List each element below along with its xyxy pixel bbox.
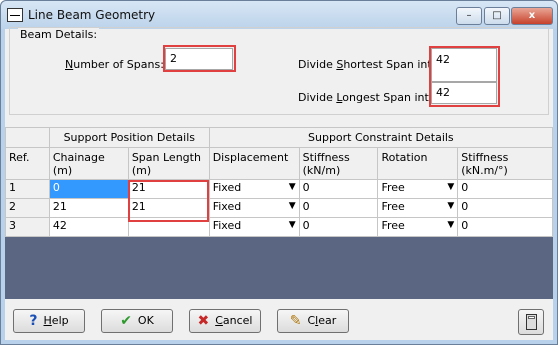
row-ref: 2	[5, 198, 50, 218]
app-icon	[7, 8, 23, 22]
divide-shortest-label: Divide Shortest Span into:	[298, 58, 443, 71]
checkmark-icon: ✔	[120, 313, 132, 329]
rotational-stiffness-cell[interactable]: 0	[457, 198, 553, 218]
dialog-body: Beam Details: Number of Spans: 2 Divide …	[5, 27, 554, 340]
supports-grid: Support Position Details Support Constra…	[5, 127, 554, 237]
number-of-spans-label: Number of Spans:	[65, 58, 164, 71]
column-header-chainage: Chainage (m)	[48, 147, 129, 180]
spans-highlight-box	[163, 45, 236, 72]
calculator-icon	[526, 314, 537, 330]
column-header-displacement: Displacement	[208, 147, 300, 180]
column-header-span-length: Span Length (m)	[127, 147, 210, 180]
table-row: 3 42 Fixed ▼ 0 Free ▼ 0	[5, 217, 553, 237]
column-header-stiffness-rotational: Stiffness (kN.m/°)	[457, 147, 553, 180]
close-button[interactable]: x	[511, 7, 553, 25]
column-header-stiffness-translational: Stiffness (kN/m)	[298, 147, 379, 180]
ok-button[interactable]: ✔ OK	[101, 309, 173, 333]
stiffness-cell[interactable]: 0	[298, 198, 379, 218]
stiffness-cell[interactable]: 0	[298, 217, 379, 237]
span-length-highlight-box	[128, 180, 209, 222]
table-row: 1 0 21 Fixed ▼ 0 Free ▼ 0	[5, 179, 553, 199]
line-beam-geometry-window: Line Beam Geometry – □ x Beam Details: N…	[0, 0, 558, 345]
rotational-stiffness-cell[interactable]: 0	[457, 179, 553, 199]
rotation-dropdown[interactable]: Free ▼	[377, 198, 459, 218]
stiffness-cell[interactable]: 0	[298, 179, 379, 199]
chevron-down-icon[interactable]: ▼	[289, 201, 296, 211]
table-row: 2 21 21 Fixed ▼ 0 Free ▼ 0	[5, 198, 553, 218]
chevron-down-icon[interactable]: ▼	[289, 182, 296, 192]
window-title: Line Beam Geometry	[28, 8, 156, 22]
title-bar[interactable]: Line Beam Geometry – □ x	[1, 1, 557, 29]
column-header-rotation: Rotation	[377, 147, 459, 180]
displacement-dropdown[interactable]: Fixed ▼	[208, 198, 300, 218]
displacement-dropdown[interactable]: Fixed ▼	[208, 179, 300, 199]
help-button[interactable]: ? Help	[13, 309, 85, 333]
help-icon: ?	[29, 313, 38, 329]
chevron-down-icon[interactable]: ▼	[447, 220, 454, 230]
chainage-cell[interactable]: 0	[48, 179, 129, 199]
calculator-button[interactable]	[518, 309, 544, 335]
displacement-dropdown[interactable]: Fixed ▼	[208, 217, 300, 237]
chevron-down-icon[interactable]: ▼	[289, 220, 296, 230]
rotation-dropdown[interactable]: Free ▼	[377, 179, 459, 199]
support-position-group-header: Support Position Details	[48, 127, 210, 148]
rotational-stiffness-cell[interactable]: 0	[457, 217, 553, 237]
divide-longest-label: Divide Longest Span into:	[298, 91, 440, 104]
button-bar: ? Help ✔ OK ✖ Cancel ✎ Clear	[5, 307, 553, 340]
rotation-dropdown[interactable]: Free ▼	[377, 217, 459, 237]
supports-grid-area: Support Position Details Support Constra…	[5, 127, 554, 299]
maximize-button[interactable]: □	[484, 7, 510, 25]
minimize-button[interactable]: –	[456, 7, 482, 25]
grid-corner	[5, 127, 50, 148]
cross-icon: ✖	[197, 313, 210, 329]
chainage-cell[interactable]: 42	[48, 217, 129, 237]
eraser-pencil-icon: ✎	[289, 313, 302, 329]
row-ref: 1	[5, 179, 50, 199]
clear-button[interactable]: ✎ Clear	[277, 309, 349, 333]
chevron-down-icon[interactable]: ▼	[447, 182, 454, 192]
divide-highlight-box	[429, 46, 500, 107]
chainage-cell[interactable]: 21	[48, 198, 129, 218]
support-constraint-group-header: Support Constraint Details	[208, 127, 554, 148]
column-header-ref: Ref.	[5, 147, 50, 180]
row-ref: 3	[5, 217, 50, 237]
cancel-button[interactable]: ✖ Cancel	[189, 309, 261, 333]
chevron-down-icon[interactable]: ▼	[447, 201, 454, 211]
beam-details-legend: Beam Details:	[18, 28, 100, 41]
